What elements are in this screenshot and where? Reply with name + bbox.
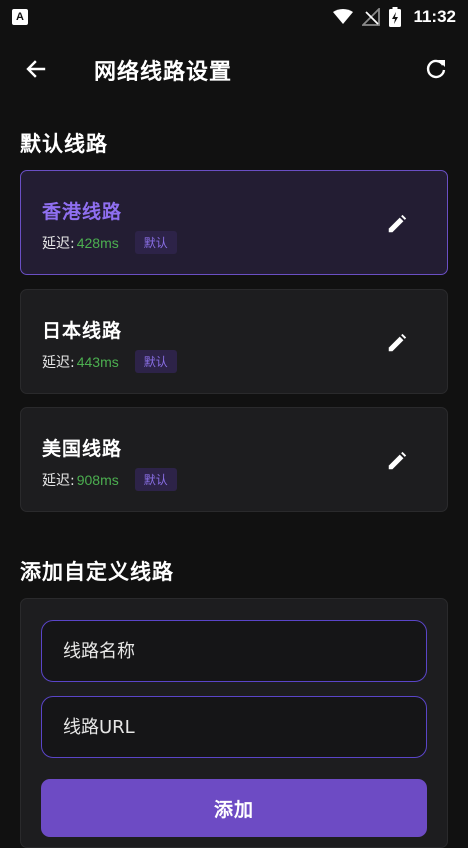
latency-value: 428ms bbox=[76, 234, 119, 251]
latency-label: 延迟: bbox=[42, 472, 75, 489]
edit-route-button[interactable] bbox=[385, 331, 409, 355]
app-notification-icon: A bbox=[12, 9, 28, 25]
pencil-icon bbox=[388, 214, 407, 233]
route-meta: 延迟: 908ms 默认 bbox=[42, 468, 177, 491]
wifi-icon bbox=[333, 9, 354, 24]
latency-label: 延迟: bbox=[42, 235, 75, 252]
edit-route-button[interactable] bbox=[385, 449, 409, 473]
route-card-hongkong[interactable]: 香港线路 延迟: 428ms 默认 bbox=[20, 170, 448, 275]
pencil-icon bbox=[388, 451, 407, 470]
page-title: 网络线路设置 bbox=[94, 60, 233, 85]
add-route-button[interactable]: 添加 bbox=[41, 779, 427, 837]
route-name: 香港线路 bbox=[42, 201, 123, 223]
signal-off-icon bbox=[362, 8, 381, 26]
app-bar: 网络线路设置 bbox=[0, 34, 468, 104]
route-card-usa[interactable]: 美国线路 延迟: 908ms 默认 bbox=[20, 407, 448, 512]
route-meta: 延迟: 428ms 默认 bbox=[42, 231, 177, 254]
latency-value: 443ms bbox=[76, 353, 119, 370]
pencil-icon bbox=[388, 333, 407, 352]
default-badge: 默认 bbox=[134, 350, 177, 373]
edit-route-button[interactable] bbox=[385, 212, 409, 236]
latency-value: 908ms bbox=[76, 471, 119, 488]
refresh-icon bbox=[426, 59, 446, 79]
default-routes-title: 默认线路 bbox=[20, 132, 108, 156]
refresh-button[interactable] bbox=[422, 55, 450, 83]
status-bar: A 11:32 bbox=[0, 0, 468, 34]
route-name-field[interactable] bbox=[41, 620, 427, 682]
route-name: 美国线路 bbox=[42, 438, 123, 460]
custom-route-title: 添加自定义线路 bbox=[20, 560, 174, 584]
add-route-panel: 添加 bbox=[20, 598, 448, 848]
latency-label: 延迟: bbox=[42, 354, 75, 371]
arrow-left-icon bbox=[26, 60, 46, 78]
default-badge: 默认 bbox=[134, 231, 177, 254]
back-button[interactable] bbox=[22, 55, 50, 83]
status-time: 11:32 bbox=[413, 7, 456, 26]
add-route-label: 添加 bbox=[213, 798, 254, 821]
route-card-japan[interactable]: 日本线路 延迟: 443ms 默认 bbox=[20, 289, 448, 394]
route-name: 日本线路 bbox=[42, 320, 123, 342]
default-badge: 默认 bbox=[134, 468, 177, 491]
route-url-input[interactable] bbox=[63, 716, 426, 738]
route-meta: 延迟: 443ms 默认 bbox=[42, 350, 177, 373]
route-name-input[interactable] bbox=[63, 640, 426, 662]
battery-charging-icon bbox=[389, 7, 402, 27]
route-url-field[interactable] bbox=[41, 696, 427, 758]
